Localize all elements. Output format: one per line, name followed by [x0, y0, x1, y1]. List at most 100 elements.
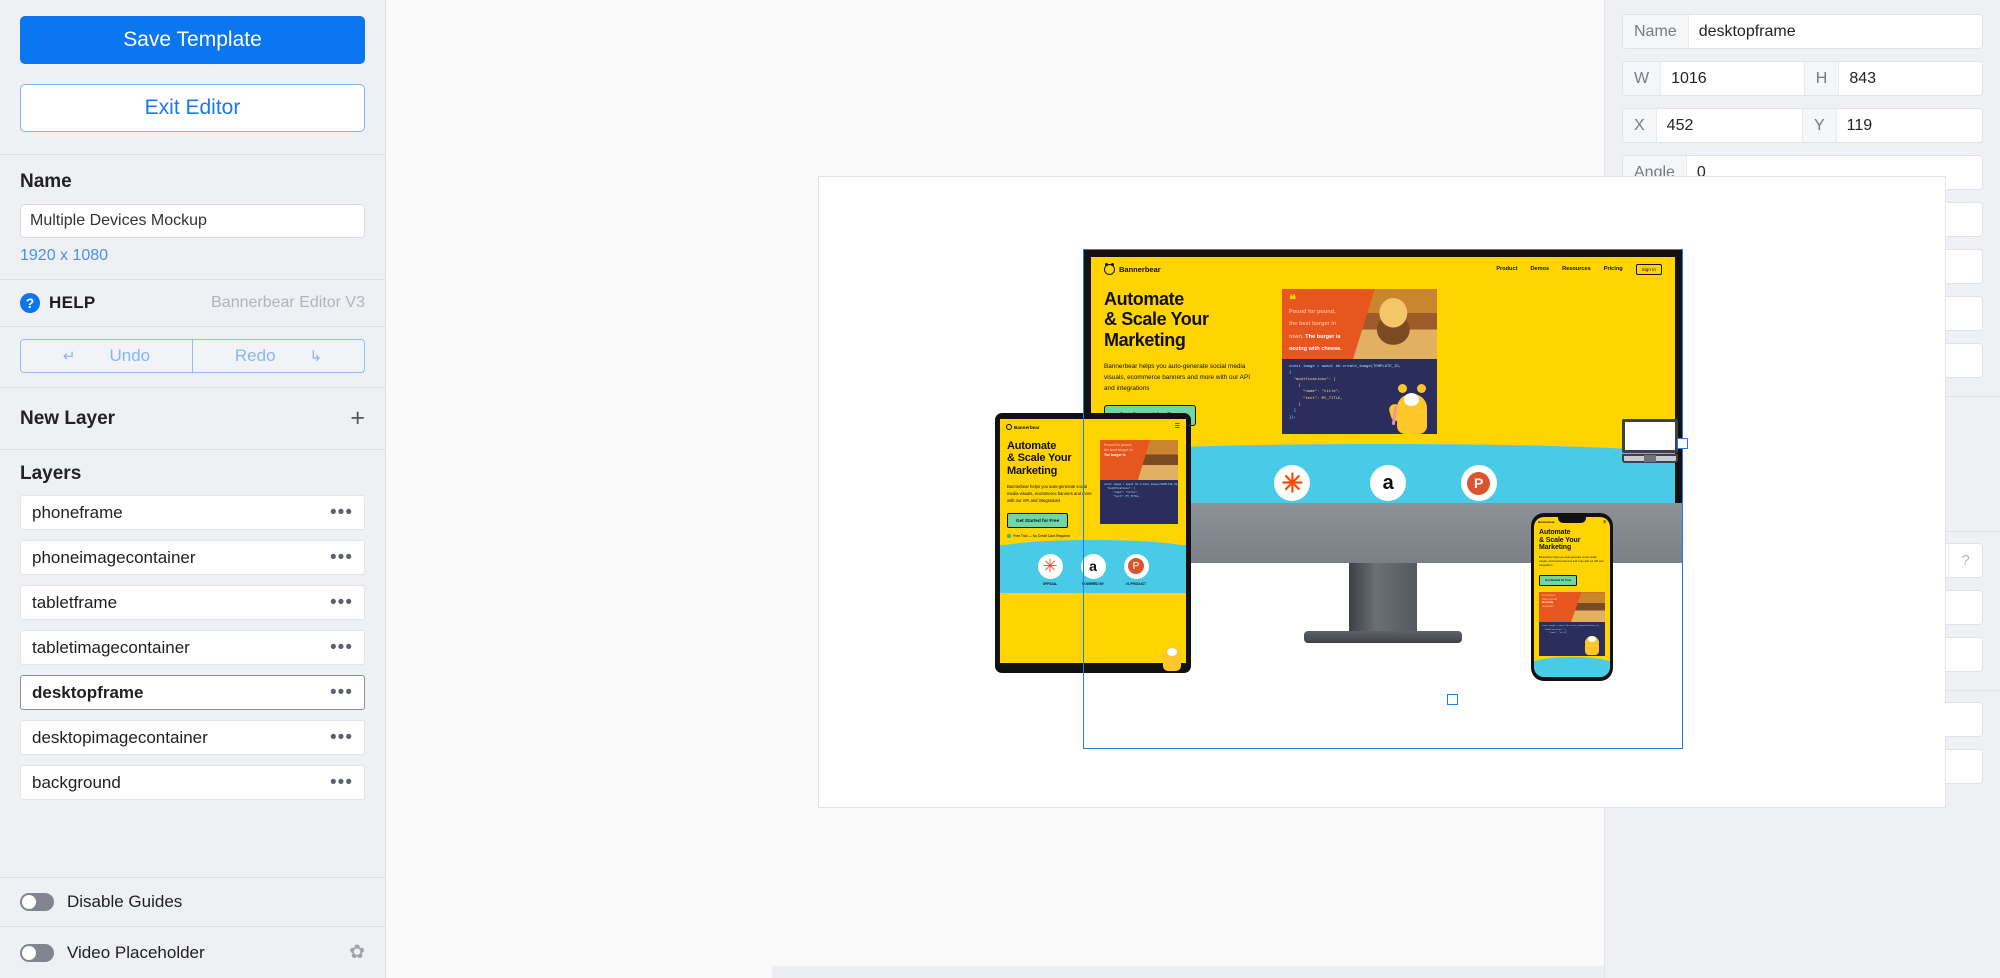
hero-visual: ❝ Pound for pound, the best burger in to… — [1282, 289, 1437, 441]
tablet-screen-content: Bannerbear ☰ Automate & Scale Your Marke… — [1000, 419, 1186, 671]
layer-row[interactable]: tabletimagecontainer ••• — [20, 630, 365, 665]
producthunt-glyph: P — [1128, 558, 1144, 575]
zapier-logo-icon: ✳ — [1037, 553, 1063, 579]
undo-button[interactable]: ↵ Undo — [21, 340, 193, 372]
sign-in-button: Sign In — [1635, 263, 1662, 275]
question-mark-icon[interactable]: ? — [20, 293, 40, 313]
redo-label: Redo — [234, 346, 276, 365]
layer-menu-icon[interactable]: ••• — [330, 592, 353, 614]
x-input[interactable] — [1656, 109, 1802, 142]
bear-mascot-icon — [1582, 631, 1602, 656]
layer-name: phoneimagecontainer — [32, 547, 196, 567]
layer-name: tabletframe — [32, 592, 118, 612]
tablet-navbar: Bannerbear ☰ — [1000, 419, 1186, 435]
position-field-group[interactable]: X Y — [1622, 108, 1983, 143]
layer-row[interactable]: desktopframe ••• — [20, 675, 365, 710]
plus-icon[interactable]: + — [350, 406, 365, 431]
canvas-board[interactable]: Bannerbear Product Demos Resources Prici… — [818, 176, 1946, 808]
tablet-paragraph: Bannerbear helps you auto-generate socia… — [1007, 483, 1092, 503]
horizontal-scrollbar[interactable] — [772, 966, 1604, 978]
tablet-testimonial-card: Pound for pound, the best burger in The … — [1100, 440, 1178, 480]
tablet-badge-producthunt: P #1 PRODUCT — [1123, 553, 1149, 587]
size-field-group[interactable]: W H — [1622, 61, 1983, 96]
bear-logo-icon — [1104, 262, 1115, 275]
bear-logo-icon — [1006, 424, 1012, 430]
bear-face — [1404, 393, 1419, 406]
layers-section: Layers phoneframe ••• phoneimagecontainer •… — [0, 450, 385, 810]
nav-links: Product Demos Resources Pricing Sign In — [1496, 263, 1662, 275]
layer-menu-icon[interactable]: ••• — [330, 637, 353, 659]
new-layer-row[interactable]: New Layer + — [0, 388, 385, 449]
anchor-select[interactable] — [1800, 703, 1982, 736]
layer-name-input[interactable] — [1688, 15, 1982, 48]
exit-editor-button[interactable]: Exit Editor — [20, 84, 365, 132]
toggle-label: Video Placeholder — [67, 942, 205, 962]
height-label: H — [1804, 62, 1840, 95]
quote-line-1: Pound for pound, — [1289, 309, 1336, 316]
layer-menu-icon[interactable]: ••• — [330, 502, 353, 524]
toggle-switch[interactable] — [20, 943, 54, 962]
canvas-area[interactable]: Bannerbear Product Demos Resources Prici… — [386, 0, 1946, 978]
amazon-glyph: a — [1089, 558, 1097, 575]
layer-name: desktopframe — [32, 682, 144, 702]
width-input[interactable] — [1661, 62, 1804, 95]
tablet-code-4: "text": MY_TITLE, — [1104, 495, 1140, 499]
tablet-brand-name: Bannerbear — [1014, 424, 1040, 430]
site-navbar: Bannerbear Product Demos Resources Prici… — [1091, 257, 1675, 281]
undo-arrow-icon: ↵ — [62, 348, 76, 365]
badge-producthunt: P #1 PRODUCTOF THE DAY — [1460, 465, 1497, 503]
height-input[interactable] — [1839, 62, 1982, 95]
save-template-button[interactable]: Save Template — [20, 16, 365, 64]
undo-label: Undo — [109, 346, 151, 365]
tablet-wave-divider — [1000, 537, 1186, 545]
toggle-row: Disable Guides — [0, 877, 385, 926]
tablet-badge-ph-text: #1 PRODUCT — [1125, 581, 1147, 586]
phone-paragraph: Bannerbear helps you auto-generate socia… — [1539, 556, 1604, 568]
tablet-badge-zapier-text: OFFICIAL — [1042, 581, 1058, 586]
bear-ear-right — [1417, 384, 1426, 393]
template-name-input[interactable] — [20, 204, 365, 238]
layer-row[interactable]: phoneimagecontainer ••• — [20, 540, 365, 575]
sidebar-toggles: Disable Guides Video Placeholder ✿ — [0, 877, 385, 978]
help-left-group[interactable]: ? HELP — [20, 293, 96, 313]
layer-menu-icon[interactable]: ••• — [330, 727, 353, 749]
shadow-help-icon[interactable]: ? — [1948, 544, 1982, 577]
name-heading: Name — [20, 171, 72, 192]
phone-code-card: const image = await bb.create_image(TEMP… — [1539, 622, 1605, 657]
toggle-row: Video Placeholder ✿ — [0, 926, 385, 978]
phone-body: Automate & Scale Your Marketing Bannerbe… — [1534, 526, 1610, 657]
nav-link-demos: Demos — [1530, 266, 1550, 272]
y-input[interactable] — [1836, 109, 1982, 142]
layers-heading: Layers — [20, 463, 82, 484]
tablet-brand: Bannerbear — [1006, 424, 1040, 430]
monitor-base — [1622, 454, 1678, 463]
layer-menu-icon[interactable]: ••• — [330, 772, 353, 794]
layer-row[interactable]: tabletframe ••• — [20, 585, 365, 620]
phone-headline-2: & Scale Your — [1539, 536, 1581, 544]
amazon-glyph: a — [1382, 472, 1394, 495]
nav-link-pricing: Pricing — [1603, 266, 1623, 272]
phone-headline-1: Automate — [1539, 529, 1571, 536]
tablet-badge-aws-text: POWERED BY — [1082, 581, 1104, 586]
layer-menu-icon[interactable]: ••• — [330, 547, 353, 569]
selection-handle-bottom[interactable] — [1447, 694, 1458, 705]
tablet-badge-zapier: ✳ OFFICIAL — [1037, 553, 1063, 587]
redo-arrow-icon: ↳ — [309, 348, 323, 365]
layer-row[interactable]: background ••• — [20, 765, 365, 800]
selection-handle-right[interactable] — [1677, 438, 1688, 449]
left-sidebar: Save Template Exit Editor Name 1920 x 10… — [0, 0, 386, 978]
layer-row[interactable]: phoneframe ••• — [20, 495, 365, 530]
layer-row[interactable]: desktopimagecontainer ••• — [20, 720, 365, 755]
tablet-cta-button: Get Started for Free — [1007, 512, 1069, 528]
tablet-mockup[interactable]: Bannerbear ☰ Automate & Scale Your Marke… — [995, 413, 1191, 673]
toggle-switch[interactable] — [20, 893, 54, 911]
redo-button[interactable]: Redo ↳ — [193, 340, 364, 372]
layer-menu-icon[interactable]: ••• — [330, 682, 353, 704]
phone-mockup[interactable]: Bannerbear ☰ Automate & Scale Your Marke… — [1531, 513, 1613, 681]
gear-icon[interactable]: ✿ — [349, 941, 365, 964]
anchor-select-wrap[interactable]: ▼ — [1800, 703, 1982, 736]
template-dimensions: 1920 x 1080 — [20, 247, 109, 264]
layer-name-field[interactable]: Name — [1622, 14, 1983, 49]
tablet-headline-3: Marketing — [1007, 464, 1058, 477]
amazon-logo-icon: a — [1370, 465, 1407, 502]
